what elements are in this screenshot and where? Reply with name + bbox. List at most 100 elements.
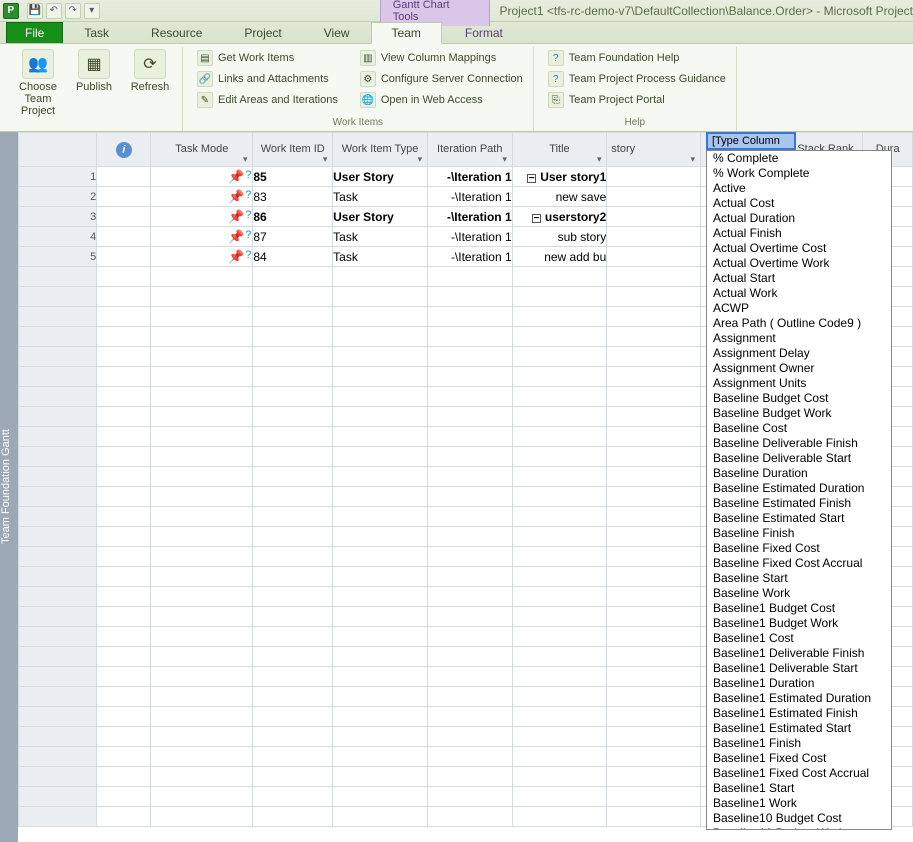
outline-toggle-icon[interactable]: − — [532, 214, 541, 223]
cell-title[interactable]: new save — [512, 187, 607, 207]
cell-story[interactable] — [607, 167, 700, 187]
column-picker-item[interactable]: Baseline1 Duration — [707, 676, 891, 691]
column-picker-item[interactable]: Baseline1 Budget Work — [707, 616, 891, 631]
column-picker-item[interactable]: Baseline1 Fixed Cost — [707, 751, 891, 766]
column-picker-item[interactable]: Area Path ( Outline Code9 ) — [707, 316, 891, 331]
row-number[interactable]: 5 — [19, 247, 97, 267]
chevron-down-icon[interactable]: ▾ — [415, 154, 425, 164]
row-number[interactable] — [19, 727, 97, 747]
column-picker-item[interactable]: Actual Cost — [707, 196, 891, 211]
column-picker-item[interactable]: Baseline1 Estimated Duration — [707, 691, 891, 706]
column-picker-item[interactable]: Actual Finish — [707, 226, 891, 241]
chevron-down-icon[interactable]: ▾ — [320, 154, 330, 164]
header-info[interactable]: i — [97, 133, 151, 167]
cell-work-item-id[interactable]: 83 — [253, 187, 333, 207]
cell-iteration-path[interactable]: -\Iteration 1 — [427, 207, 512, 227]
new-column-input[interactable]: [Type Column — [706, 132, 796, 150]
cell-work-item-type[interactable]: Task — [333, 227, 428, 247]
column-picker-item[interactable]: Baseline1 Cost — [707, 631, 891, 646]
row-number[interactable]: 4 — [19, 227, 97, 247]
column-picker-item[interactable]: Baseline Start — [707, 571, 891, 586]
cell-task-mode[interactable]: 📌? — [151, 207, 253, 227]
row-number[interactable] — [19, 307, 97, 327]
column-picker-item[interactable]: Baseline Budget Work — [707, 406, 891, 421]
column-picker-list[interactable]: % Complete% Work CompleteActiveActual Co… — [706, 150, 892, 830]
row-number[interactable] — [19, 267, 97, 287]
row-number[interactable] — [19, 707, 97, 727]
process-guidance-button[interactable]: ?Team Project Process Guidance — [546, 70, 728, 88]
column-picker-item[interactable]: Assignment Delay — [707, 346, 891, 361]
row-number[interactable] — [19, 467, 97, 487]
column-picker-item[interactable]: Baseline Cost — [707, 421, 891, 436]
header-iteration-path[interactable]: Iteration Path▾ — [427, 133, 512, 167]
cell-story[interactable] — [607, 247, 700, 267]
chevron-down-icon[interactable]: ▾ — [594, 154, 604, 164]
column-picker-item[interactable]: % Work Complete — [707, 166, 891, 181]
column-picker-item[interactable]: Baseline1 Start — [707, 781, 891, 796]
column-picker-item[interactable]: Baseline Estimated Finish — [707, 496, 891, 511]
row-number[interactable] — [19, 587, 97, 607]
column-picker-item[interactable]: Baseline1 Work — [707, 796, 891, 811]
column-picker-item[interactable]: Baseline1 Finish — [707, 736, 891, 751]
column-picker-item[interactable]: Actual Work — [707, 286, 891, 301]
cell-iteration-path[interactable]: -\Iteration 1 — [427, 227, 512, 247]
open-web-access-button[interactable]: 🌐Open in Web Access — [358, 91, 525, 109]
row-number[interactable] — [19, 527, 97, 547]
chevron-down-icon[interactable]: ▾ — [688, 154, 698, 164]
row-number[interactable] — [19, 547, 97, 567]
column-picker-item[interactable]: Assignment Owner — [707, 361, 891, 376]
cell-work-item-id[interactable]: 84 — [253, 247, 333, 267]
cell-task-mode[interactable]: 📌? — [151, 187, 253, 207]
refresh-button[interactable]: ⟳ Refresh — [126, 49, 174, 105]
cell-title[interactable]: −User story1 — [512, 167, 607, 187]
column-picker-item[interactable]: Baseline Estimated Duration — [707, 481, 891, 496]
cell-title[interactable]: new add bu — [512, 247, 607, 267]
column-picker-item[interactable]: Active — [707, 181, 891, 196]
tab-team[interactable]: Team — [371, 22, 442, 44]
view-column-mappings-button[interactable]: ▥View Column Mappings — [358, 49, 525, 67]
column-picker-item[interactable]: Baseline10 Budget Work — [707, 826, 891, 830]
cell-work-item-id[interactable]: 87 — [253, 227, 333, 247]
row-number[interactable] — [19, 607, 97, 627]
cell-iteration-path[interactable]: -\Iteration 1 — [427, 247, 512, 267]
header-rownum[interactable] — [19, 133, 97, 167]
team-project-portal-button[interactable]: ⎘Team Project Portal — [546, 91, 728, 109]
tab-format[interactable]: Format — [444, 22, 524, 43]
cell-info[interactable] — [97, 207, 151, 227]
row-number[interactable] — [19, 327, 97, 347]
choose-team-project-button[interactable]: 👥 Choose Team Project — [14, 49, 62, 105]
cell-work-item-type[interactable]: Task — [333, 247, 428, 267]
row-number[interactable] — [19, 807, 97, 827]
row-number[interactable] — [19, 667, 97, 687]
cell-iteration-path[interactable]: -\Iteration 1 — [427, 187, 512, 207]
cell-work-item-type[interactable]: User Story — [333, 207, 428, 227]
column-picker-item[interactable]: Baseline Finish — [707, 526, 891, 541]
column-picker-item[interactable]: Baseline Deliverable Start — [707, 451, 891, 466]
row-number[interactable] — [19, 367, 97, 387]
cell-task-mode[interactable]: 📌? — [151, 247, 253, 267]
row-number[interactable] — [19, 347, 97, 367]
tab-task[interactable]: Task — [63, 22, 130, 43]
column-picker-item[interactable]: Baseline Duration — [707, 466, 891, 481]
cell-work-item-id[interactable]: 85 — [253, 167, 333, 187]
column-picker-item[interactable]: Baseline Fixed Cost — [707, 541, 891, 556]
configure-server-button[interactable]: ⚙Configure Server Connection — [358, 70, 525, 88]
cell-info[interactable] — [97, 227, 151, 247]
cell-info[interactable] — [97, 187, 151, 207]
row-number[interactable] — [19, 427, 97, 447]
cell-work-item-type[interactable]: User Story — [333, 167, 428, 187]
column-picker-item[interactable]: Baseline Deliverable Finish — [707, 436, 891, 451]
column-picker-item[interactable]: Baseline1 Fixed Cost Accrual — [707, 766, 891, 781]
row-number[interactable] — [19, 767, 97, 787]
column-picker-item[interactable]: Baseline1 Budget Cost — [707, 601, 891, 616]
column-picker-item[interactable]: ACWP — [707, 301, 891, 316]
column-picker-item[interactable]: Baseline1 Deliverable Finish — [707, 646, 891, 661]
row-number[interactable] — [19, 787, 97, 807]
header-work-item-type[interactable]: Work Item Type▾ — [333, 133, 428, 167]
view-bar-team-foundation-gantt[interactable]: Team Foundation Gantt — [0, 132, 18, 842]
file-tab[interactable]: File — [6, 22, 63, 43]
header-task-mode[interactable]: Task Mode▾ — [151, 133, 253, 167]
cell-info[interactable] — [97, 167, 151, 187]
column-picker-item[interactable]: Baseline Budget Cost — [707, 391, 891, 406]
get-work-items-button[interactable]: ▤Get Work Items — [195, 49, 340, 67]
